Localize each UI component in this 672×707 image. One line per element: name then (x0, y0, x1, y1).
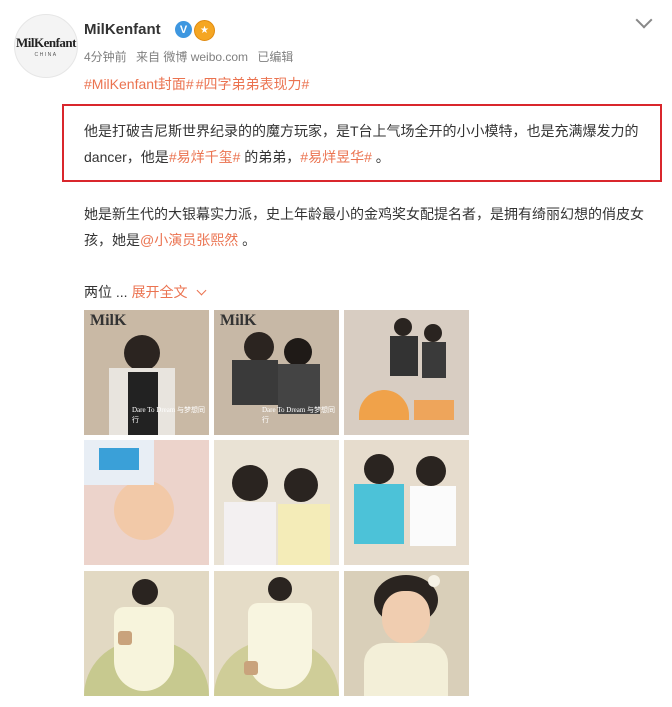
photo-3[interactable] (344, 310, 469, 435)
edited-label[interactable]: 已编辑 (257, 50, 293, 64)
photo-5[interactable] (214, 440, 339, 565)
avatar[interactable]: MilKenfant CHINA (14, 14, 78, 78)
post-time[interactable]: 4分钟前 (84, 50, 127, 64)
expand-button[interactable]: 展开全文 (132, 284, 188, 300)
post-meta: 4分钟前 来自 微博 weibo.com 已编辑 (84, 48, 299, 65)
username[interactable]: MilKenfant (84, 21, 161, 38)
magazine-title: MilK (90, 312, 127, 329)
paragraph-text: 的弟弟， (240, 149, 301, 165)
paragraph-text: 。 (371, 149, 390, 165)
photo-caption: Dare To Dream 与梦想同行 (132, 406, 206, 424)
photo-7[interactable] (84, 571, 209, 696)
more-prefix: 两位 ... (84, 284, 128, 300)
topic-tag[interactable]: #四字弟弟表现力# (196, 76, 310, 92)
topic-tag[interactable]: #MilKenfant封面# (84, 76, 194, 92)
post-paragraph-1: 他是打破吉尼斯世界纪录的的魔方玩家，是T台上气场全开的小小模特，也是充满爆发力的… (84, 118, 664, 170)
topic-tags: #MilKenfant封面# #四字弟弟表现力# (84, 74, 311, 94)
paragraph-text: 。 (238, 232, 257, 248)
topic-link[interactable]: #易烊昱华# (300, 149, 372, 165)
avatar-sub: CHINA (34, 51, 58, 58)
level-badge-icon: ★ (194, 20, 215, 41)
photo-6[interactable] (344, 440, 469, 565)
photo-4[interactable] (84, 440, 209, 565)
mention-link[interactable]: @小演员张熙然 (140, 232, 238, 248)
verified-icon: V (175, 21, 192, 38)
magazine-title: MilK (220, 312, 257, 329)
photo-8[interactable] (214, 571, 339, 696)
photo-2[interactable]: MilK Dare To Dream 与梦想同行 (214, 310, 339, 435)
expand-row: 两位 ... 展开全文 (84, 282, 207, 302)
photo-1[interactable]: MilK Dare To Dream 与梦想同行 (84, 310, 209, 435)
post-source: 来自 微博 weibo.com (136, 50, 249, 64)
chevron-down-icon[interactable] (635, 11, 653, 29)
chevron-down-icon[interactable] (196, 285, 207, 296)
post-paragraph-2: 她是新生代的大银幕实力派，史上年龄最小的金鸡奖女配提名者，是拥有绮丽幻想的俏皮女… (84, 201, 664, 253)
photo-9[interactable] (344, 571, 469, 696)
avatar-logo: MilKenfant (16, 34, 77, 50)
photo-caption: Dare To Dream 与梦想同行 (262, 406, 336, 424)
topic-link[interactable]: #易烊千玺# (169, 149, 241, 165)
